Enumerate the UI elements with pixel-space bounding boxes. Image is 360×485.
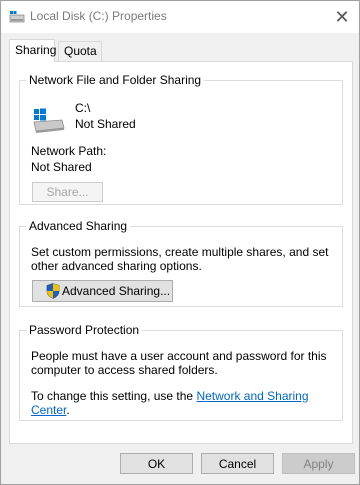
title-bar[interactable]: Local Disk (C:) Properties ✕ <box>1 1 359 33</box>
advanced-sharing-description: Set custom permissions, create multiple … <box>31 245 329 273</box>
tab-sharing[interactable]: Sharing <box>9 39 56 62</box>
uac-shield-icon <box>46 283 60 299</box>
network-sharing-group: Network File and Folder Sharing C:\ Not … <box>19 73 343 205</box>
properties-dialog: Local Disk (C:) Properties ✕ Quota Shari… <box>0 0 360 485</box>
drive-icon <box>9 11 25 23</box>
password-change-prefix: To change this setting, use the <box>31 389 197 403</box>
sharing-panel: Network File and Folder Sharing C:\ Not … <box>9 61 353 444</box>
advanced-sharing-button-label: Advanced Sharing... <box>62 284 171 298</box>
network-path-value: Not Shared <box>31 160 92 174</box>
drive-icon <box>33 108 65 133</box>
network-path-label: Network Path: <box>31 144 107 158</box>
share-button[interactable]: Share... <box>32 182 103 202</box>
password-change-suffix: . <box>66 403 70 417</box>
advanced-sharing-legend: Advanced Sharing <box>29 219 128 233</box>
apply-button[interactable]: Apply <box>282 453 355 474</box>
network-sharing-legend: Network File and Folder Sharing <box>29 73 202 87</box>
advanced-sharing-group: Advanced Sharing Set custom permissions,… <box>19 219 343 307</box>
advanced-sharing-button[interactable]: Advanced Sharing... <box>32 280 173 302</box>
ok-button[interactable]: OK <box>120 453 193 474</box>
tab-strip: Quota Sharing <box>9 39 353 62</box>
cancel-button[interactable]: Cancel <box>201 453 274 474</box>
close-button[interactable]: ✕ <box>325 1 359 33</box>
drive-path: C:\ <box>75 101 91 115</box>
drive-share-status: Not Shared <box>75 117 136 131</box>
password-protection-description: People must have a user account and pass… <box>31 349 327 377</box>
window-title: Local Disk (C:) Properties <box>30 9 167 23</box>
password-protection-legend: Password Protection <box>29 323 140 337</box>
close-icon: ✕ <box>334 6 350 27</box>
password-protection-group: Password Protection People must have a u… <box>19 323 343 421</box>
tab-quota[interactable]: Quota <box>58 41 102 61</box>
password-change-text: To change this setting, use the Network … <box>31 389 336 417</box>
